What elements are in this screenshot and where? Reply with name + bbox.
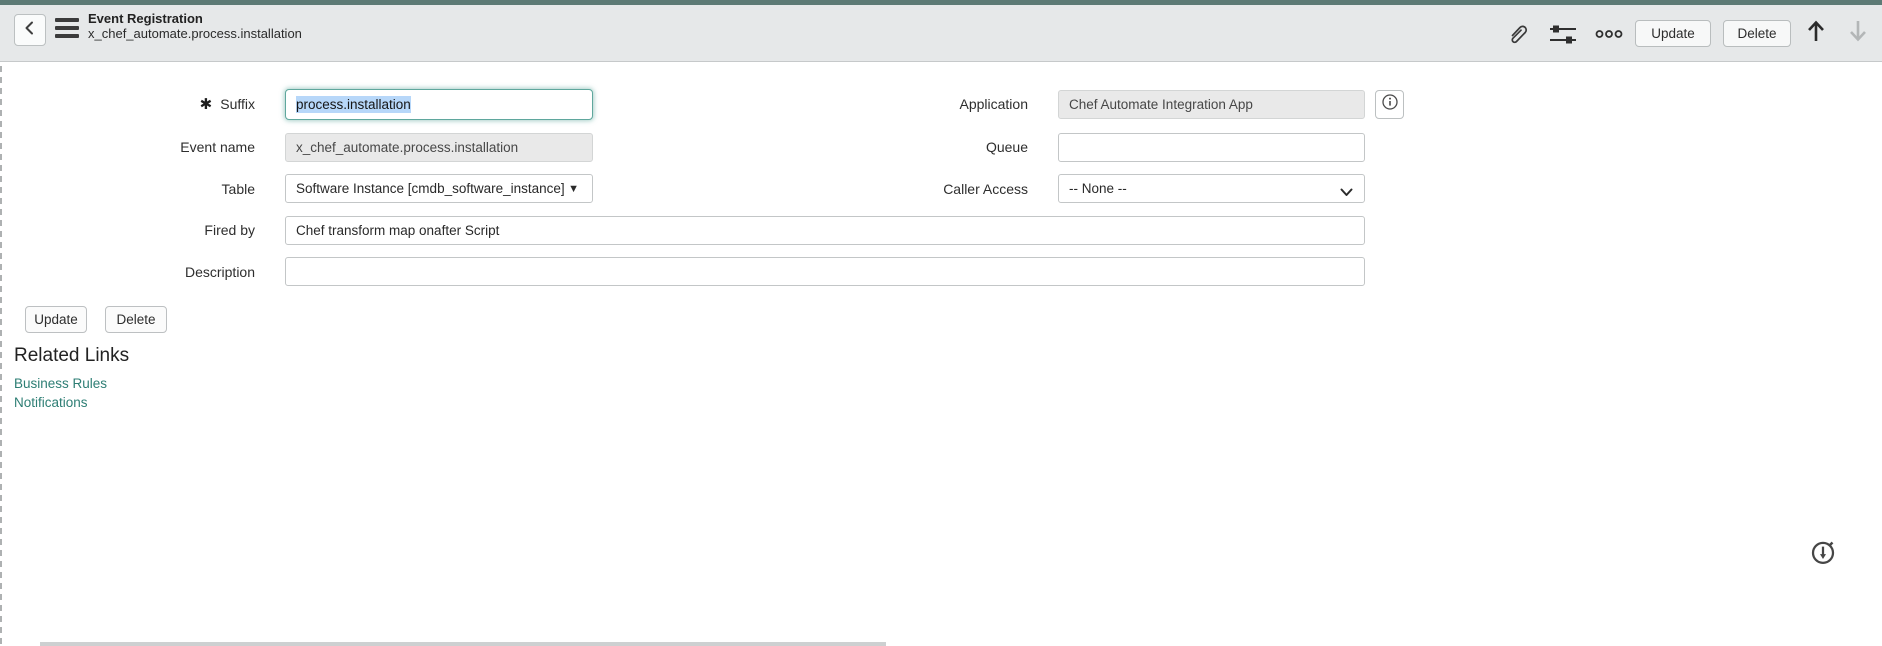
response-time-button[interactable] [1808,536,1838,566]
caller-access-value: -- None -- [1069,181,1127,196]
description-input[interactable] [285,257,1365,286]
arrow-up-icon [1805,18,1827,49]
more-options-button[interactable] [1595,22,1623,50]
fired-by-label: Fired by [40,221,255,239]
fired-by-value: Chef transform map onafter Script [296,223,499,238]
required-asterisk-icon: ✱ [200,96,213,113]
footer-update-button[interactable]: Update [25,306,87,333]
table-value: Software Instance [cmdb_software_instanc… [296,181,565,196]
application-label: Application [830,95,1028,113]
additional-actions-menu-icon[interactable] [55,18,79,40]
paperclip-icon [1505,21,1529,52]
arrow-down-icon [1847,18,1869,49]
personalize-form-button[interactable] [1549,22,1577,50]
more-options-icon [1595,27,1623,45]
application-info-button[interactable] [1375,90,1404,119]
caller-access-label: Caller Access [830,180,1028,198]
event-name-value: x_chef_automate.process.installation [296,140,518,155]
suffix-selected-text: process.installation [296,96,411,113]
caller-access-select[interactable]: -- None -- [1058,174,1365,203]
previous-record-button[interactable] [1802,19,1830,47]
chevron-down-icon [1340,185,1353,200]
suffix-label: ✱Suffix [40,95,255,114]
event-name-label: Event name [40,138,255,156]
description-label: Description [40,263,255,281]
related-links-heading: Related Links [14,345,129,367]
event-name-field: x_chef_automate.process.installation [285,133,593,162]
queue-label: Queue [830,138,1028,156]
related-link-business-rules[interactable]: Business Rules [14,376,107,391]
page-title-block: Event Registration x_chef_automate.proce… [88,11,302,41]
suffix-input[interactable]: process.installation [285,89,593,120]
event-registration-form-page: Event Registration x_chef_automate.proce… [0,0,1882,646]
related-link-notifications[interactable]: Notifications [14,395,88,410]
page-title: Event Registration [88,11,302,26]
footer-delete-button[interactable]: Delete [105,306,167,333]
form-header-bar: Event Registration x_chef_automate.proce… [0,5,1882,62]
chevron-left-icon [23,20,37,41]
dropdown-arrow-icon: ▼ [568,183,579,195]
queue-input[interactable] [1058,133,1365,162]
header-update-button[interactable]: Update [1635,20,1711,47]
info-icon [1381,93,1399,116]
pane-splitter[interactable] [0,0,2,646]
table-label: Table [40,180,255,198]
attachment-button[interactable] [1503,22,1531,50]
sliders-icon [1548,21,1578,52]
next-record-button[interactable] [1844,19,1872,47]
page-subtitle: x_chef_automate.process.installation [88,26,302,41]
bottom-section-edge [40,642,886,646]
table-dropdown[interactable]: Software Instance [cmdb_software_instanc… [285,174,593,203]
stopwatch-icon [1808,553,1838,570]
application-value: Chef Automate Integration App [1069,97,1253,112]
header-delete-button[interactable]: Delete [1723,20,1791,47]
fired-by-input[interactable]: Chef transform map onafter Script [285,216,1365,245]
application-field: Chef Automate Integration App [1058,90,1365,119]
back-button[interactable] [14,14,46,46]
